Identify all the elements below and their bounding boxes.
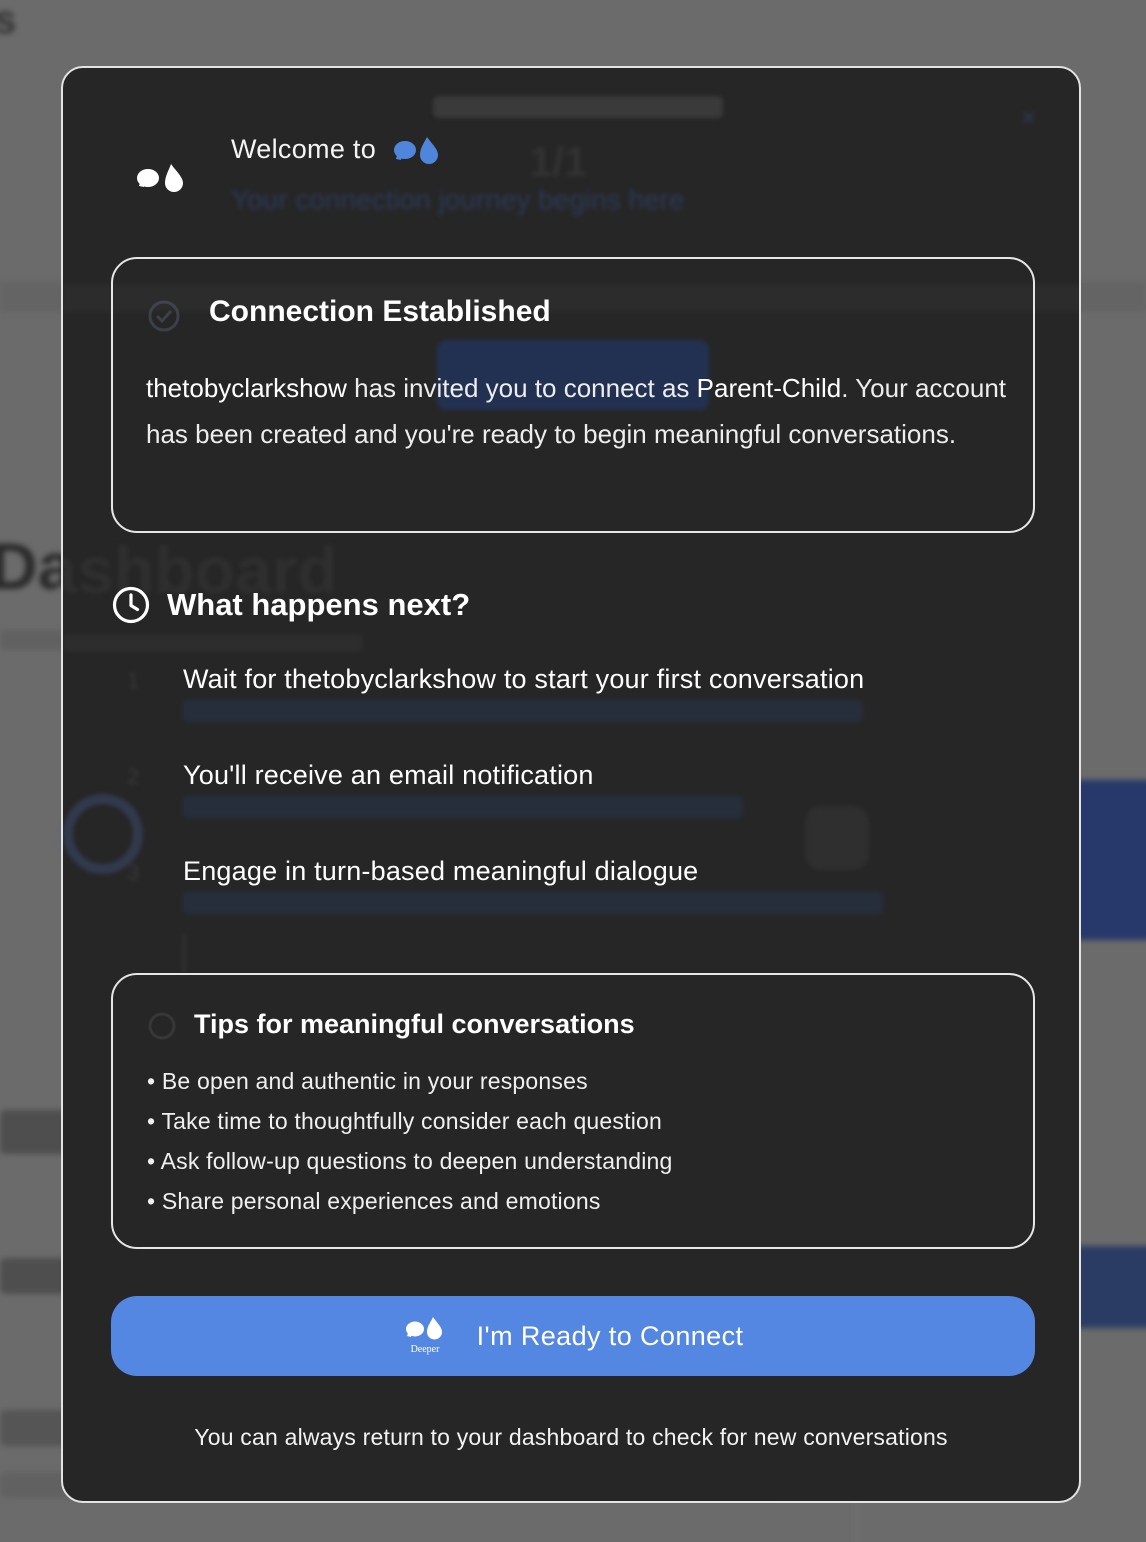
ghost-close-icon: ×: [1021, 102, 1037, 132]
background-top-letter: s: [0, 0, 17, 42]
welcome-text: Welcome to: [231, 134, 377, 164]
ghost-square: [805, 806, 869, 870]
ready-to-connect-button[interactable]: Deeper I'm Ready to Connect: [111, 1296, 1035, 1376]
tip-item: Ask follow-up questions to deepen unders…: [147, 1141, 673, 1181]
step-item: Wait for thetobyclarkshow to start your …: [183, 664, 865, 694]
connection-card: Connection Established thetobyclarkshow …: [111, 257, 1035, 533]
next-steps-heading: What happens next?: [111, 585, 470, 625]
inviter-name: thetobyclarkshow: [146, 373, 347, 403]
check-circle-icon: [148, 300, 180, 332]
deeper-logo-icon: [137, 164, 183, 192]
ghost-bar: [433, 96, 723, 118]
connection-title: Connection Established: [209, 295, 551, 328]
step-item: Engage in turn-based meaningful dialogue: [183, 856, 699, 886]
ghost-text: [183, 796, 743, 818]
connection-message: thetobyclarkshow has invited you to conn…: [146, 365, 1006, 457]
step-item: You'll receive an email notification: [183, 760, 594, 790]
ghost-step-number: 2: [127, 764, 140, 789]
lightbulb-icon: [148, 1012, 176, 1040]
tips-list: Be open and authentic in your responses …: [147, 1061, 673, 1221]
next-steps-title: What happens next?: [167, 587, 471, 622]
clock-icon: [112, 586, 150, 624]
tip-item: Take time to thoughtfully consider each …: [147, 1101, 673, 1141]
tips-title: Tips for meaningful conversations: [194, 1009, 635, 1039]
relationship-type: Parent-Child: [696, 373, 842, 403]
welcome-heading: Welcome to: [231, 134, 440, 165]
ghost-text: [183, 700, 863, 722]
ghost-divider: [183, 934, 185, 974]
invite-text: has invited you to connect as: [346, 373, 697, 403]
tip-item: Share personal experiences and emotions: [147, 1181, 673, 1221]
welcome-modal: 1/1 Your connection journey begins here …: [61, 66, 1081, 1503]
logo-caption: Deeper: [410, 1344, 440, 1355]
ghost-subtitle: Your connection journey begins here: [231, 184, 685, 215]
ghost-text: [183, 892, 883, 914]
invite-end: .: [841, 373, 849, 403]
tips-card: Tips for meaningful conversations Be ope…: [111, 973, 1035, 1249]
ghost-count: 1/1: [529, 138, 588, 185]
ready-to-connect-label: I'm Ready to Connect: [476, 1320, 744, 1351]
tip-item: Be open and authentic in your responses: [147, 1061, 673, 1101]
ghost-step-number: 3: [127, 860, 140, 885]
deeper-logo-icon: Deeper: [405, 1317, 442, 1355]
ghost-ring: [63, 794, 143, 874]
dashboard-note: You can always return to your dashboard …: [194, 1424, 948, 1450]
deeper-logo-blue-icon: [394, 136, 439, 164]
ghost-step-number: 1: [127, 668, 140, 693]
ghost-subheading: [63, 634, 363, 652]
